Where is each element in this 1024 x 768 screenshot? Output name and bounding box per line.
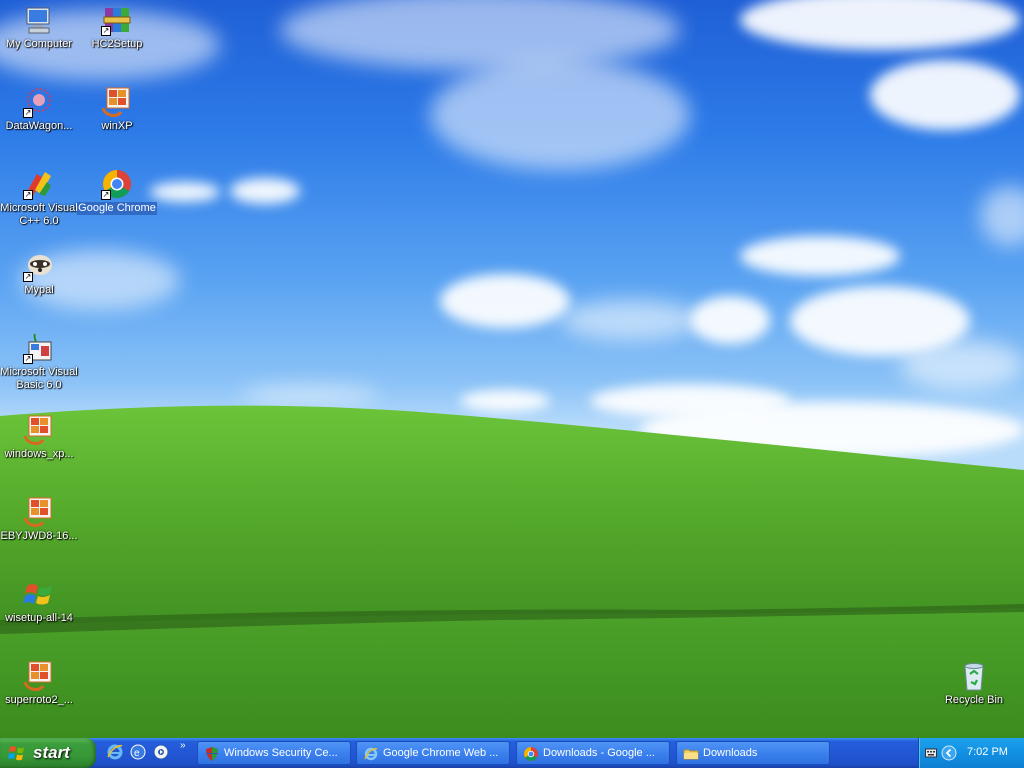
quicklaunch-media-player-icon[interactable] <box>152 743 170 761</box>
icon-label: My Computer <box>5 38 73 50</box>
desktop-icon-recycle-bin[interactable]: Recycle Bin <box>934 660 1014 707</box>
shortcut-arrow-icon: ↗ <box>23 108 33 118</box>
windows-logo-icon <box>8 744 28 762</box>
clock[interactable]: 7:02 PM <box>967 746 1008 758</box>
desktop-icon-mypal[interactable]: ↗ Mypal <box>0 250 79 297</box>
quicklaunch-outlook-icon[interactable]: e <box>129 743 147 761</box>
shortcut-arrow-icon: ↗ <box>23 272 33 282</box>
folder-icon <box>683 746 699 762</box>
icon-label: wisetup-all-14 <box>5 612 73 624</box>
task-label: Downloads - Google ... <box>543 747 655 759</box>
shortcut-arrow-icon: ↗ <box>23 190 33 200</box>
task-downloads-google[interactable]: Downloads - Google ... <box>516 741 670 765</box>
installer-icon <box>23 414 55 446</box>
icon-label: Recycle Bin <box>944 694 1004 706</box>
installer-icon <box>23 496 55 528</box>
keyboard-icon[interactable] <box>925 747 937 758</box>
ie-icon <box>363 746 379 762</box>
desktop-icon-ebyjwd8[interactable]: EBYJWD8-16... <box>0 496 79 543</box>
task-label: Downloads <box>703 747 758 759</box>
desktop-icon-hc2setup[interactable]: ↗ HC2Setup <box>77 4 157 51</box>
system-tray: 7:02 PM <box>918 738 1024 768</box>
show-hidden-icons-button[interactable] <box>941 745 957 761</box>
shortcut-arrow-icon: ↗ <box>23 354 33 364</box>
desktop-icon-winxp[interactable]: winXP <box>77 86 157 133</box>
quicklaunch-more-button[interactable]: » <box>180 740 186 751</box>
task-google-chrome-web[interactable]: Google Chrome Web ... <box>356 741 510 765</box>
icon-label: HC2Setup <box>91 38 143 50</box>
desktop-icon-windows-xp[interactable]: windows_xp... <box>0 414 79 461</box>
svg-text:e: e <box>134 748 140 759</box>
icon-label: winXP <box>101 120 133 132</box>
taskbar[interactable]: start e » Windows Security Ce... Google … <box>0 738 1024 768</box>
task-label: Windows Security Ce... <box>224 747 338 759</box>
installer-icon <box>23 660 55 692</box>
desktop[interactable]: My Computer ↗ DataWagon... ↗ Microsoft V… <box>0 0 1024 738</box>
start-label: start <box>33 743 70 762</box>
shortcut-arrow-icon: ↗ <box>101 190 111 200</box>
icon-label: Mypal <box>24 284 54 296</box>
visual-cpp-icon: ↗ <box>23 168 55 200</box>
mypal-icon: ↗ <box>23 250 55 282</box>
start-button[interactable]: start <box>0 738 96 768</box>
icon-label: DataWagon... <box>5 120 73 132</box>
desktop-icon-wisetup[interactable]: wisetup-all-14 <box>0 578 79 625</box>
task-downloads-folder[interactable]: Downloads <box>676 741 830 765</box>
desktop-icon-datawagon[interactable]: ↗ DataWagon... <box>0 86 79 133</box>
icon-label: Microsoft Visual C++ 6.0 <box>0 202 78 227</box>
desktop-icon-superroto2[interactable]: superroto2_... <box>0 660 79 707</box>
task-windows-security-center[interactable]: Windows Security Ce... <box>197 741 351 765</box>
desktop-icon-visual-basic[interactable]: ↗ Microsoft Visual Basic 6.0 <box>0 332 79 392</box>
desktop-icon-google-chrome[interactable]: ↗ Google Chrome <box>77 168 157 215</box>
datawagon-icon: ↗ <box>23 86 55 118</box>
computer-icon <box>23 4 55 36</box>
chrome-icon: ↗ <box>101 168 133 200</box>
desktop-icon-my-computer[interactable]: My Computer <box>0 4 79 51</box>
icon-label: Google Chrome <box>77 202 157 215</box>
winrar-archive-icon: ↗ <box>101 4 133 36</box>
task-label: Google Chrome Web ... <box>383 747 499 759</box>
desktop-icon-visual-cpp[interactable]: ↗ Microsoft Visual C++ 6.0 <box>0 168 79 228</box>
quicklaunch-ie-icon[interactable] <box>106 743 124 761</box>
installer-icon <box>101 86 133 118</box>
chrome-icon <box>523 746 539 762</box>
icon-label: superroto2_... <box>5 694 73 706</box>
icon-label: EBYJWD8-16... <box>0 530 78 542</box>
shield-icon <box>204 746 220 762</box>
recycle-bin-icon <box>958 660 990 692</box>
shortcut-arrow-icon: ↗ <box>101 26 111 36</box>
windows-flag-icon <box>23 578 55 610</box>
visual-basic-icon: ↗ <box>23 332 55 364</box>
icon-label: Microsoft Visual Basic 6.0 <box>0 366 78 391</box>
icon-label: windows_xp... <box>4 448 74 460</box>
